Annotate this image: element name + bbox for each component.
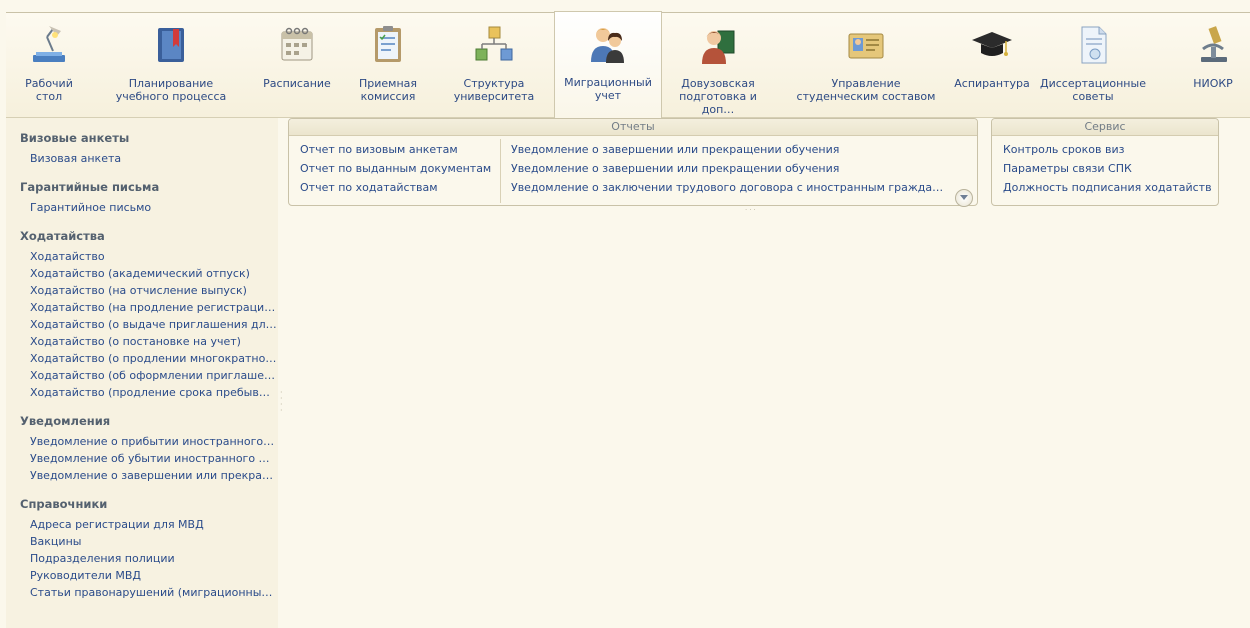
section-label: Диссертационные советы <box>1040 77 1146 103</box>
chevron-down-icon <box>960 195 968 200</box>
service-column: Контроль сроков виз Параметры связи СПК … <box>1003 140 1217 197</box>
section-research[interactable]: НИОКР <box>1176 13 1250 117</box>
section-label: Приемная комиссия <box>358 77 418 103</box>
nav-group-guarantee-letters: Гарантийные письма Гарантийное письмо <box>20 180 278 216</box>
service-link[interactable]: Параметры связи СПК <box>1003 159 1217 178</box>
people-icon <box>591 28 624 63</box>
report-link[interactable]: Уведомление о завершении или прекращении… <box>511 140 949 159</box>
planning-book-icon <box>158 28 184 62</box>
reports-panel: Отчеты Отчет по визовым анкетам Отчет по… <box>288 118 978 214</box>
section-label: Миграционный учет <box>564 76 652 102</box>
nav-group-title: Справочники <box>20 497 108 511</box>
id-card-icon <box>848 33 884 59</box>
splitter-handle[interactable]: · · · · <box>280 389 284 420</box>
nav-item[interactable]: Уведомление о прибытии иностранного… <box>30 433 278 450</box>
graduation-cap-icon <box>972 32 1012 56</box>
nav-group-notifications: Уведомления Уведомление о прибытии иност… <box>20 414 278 484</box>
section-label: Управление студенческим составом <box>796 77 936 103</box>
nav-item[interactable]: Гарантийное письмо <box>30 199 278 216</box>
nav-item[interactable]: Ходатайство (о продлении многократно… <box>30 350 278 367</box>
nav-item[interactable]: Подразделения полиции <box>30 550 278 567</box>
section-label: Аспирантура <box>954 77 1030 90</box>
nav-item[interactable]: Вакцины <box>30 533 278 550</box>
service-link[interactable]: Должность подписания ходатайств <box>1003 178 1217 197</box>
nav-group-title: Гарантийные письма <box>20 180 160 194</box>
document-icon <box>1081 26 1107 64</box>
nav-group-visa-forms: Визовые анкеты Визовая анкета <box>20 131 278 167</box>
section-label: Расписание <box>263 77 331 90</box>
nav-item[interactable]: Ходатайство <box>30 248 278 265</box>
nav-group-title: Уведомления <box>20 414 111 428</box>
nav-item[interactable]: Адреса регистрации для МВД <box>30 516 278 533</box>
student-icon <box>702 30 735 64</box>
section-label: НИОКР <box>1193 77 1233 90</box>
section-student-management[interactable]: Управление студенческим составом <box>792 13 940 117</box>
sections-panel: Рабочий стол Планирование учебного проце… <box>6 11 1250 119</box>
nav-group-petitions: Ходатайства Ходатайство Ходатайство (ака… <box>20 229 278 401</box>
section-migration[interactable]: Миграционный учет <box>554 11 662 119</box>
nav-item[interactable]: Статьи правонарушений (миграционны… <box>30 584 278 601</box>
nav-item[interactable]: Ходатайство (продление срока пребыв… <box>30 384 278 401</box>
nav-item[interactable]: Визовая анкета <box>30 150 278 167</box>
reports-column-1: Отчет по визовым анкетам Отчет по выданн… <box>300 140 500 197</box>
calendar-icon <box>281 27 313 61</box>
report-link[interactable]: Отчет по визовым анкетам <box>300 140 500 159</box>
desktop-lamp-icon <box>33 26 65 62</box>
section-structure[interactable]: Структура университета <box>442 13 546 117</box>
structure-icon <box>475 26 513 61</box>
section-planning[interactable]: Планирование учебного процесса <box>108 13 234 117</box>
section-admission[interactable]: Приемная комиссия <box>346 13 430 117</box>
nav-item[interactable]: Уведомление о завершении или прекра… <box>30 467 278 484</box>
report-link[interactable]: Отчет по выданным документам <box>300 159 500 178</box>
nav-group-title: Ходатайства <box>20 229 105 243</box>
nav-item[interactable]: Ходатайство (о постановке на учет) <box>30 333 278 350</box>
nav-item[interactable]: Ходатайство (на отчисление выпуск) <box>30 282 278 299</box>
section-pre-university[interactable]: Довузовская подготовка и доп… <box>668 13 768 117</box>
service-panel: Сервис Контроль сроков виз Параметры свя… <box>991 118 1219 206</box>
navigation-panel: Визовые анкеты Визовая анкета Гарантийны… <box>6 118 278 628</box>
section-dissertation[interactable]: Диссертационные советы <box>1038 13 1148 117</box>
nav-item[interactable]: Ходатайство (о выдаче приглашения дл… <box>30 316 278 333</box>
nav-item[interactable]: Ходатайство (об оформлении приглаше… <box>30 367 278 384</box>
section-label: Планирование учебного процесса <box>115 77 227 103</box>
reports-panel-title: Отчеты <box>289 119 977 136</box>
report-link[interactable]: Уведомление о завершении или прекращении… <box>511 159 949 178</box>
microscope-icon <box>1201 26 1227 62</box>
section-label: Структура университета <box>453 77 535 103</box>
section-label: Рабочий стол <box>25 77 73 103</box>
resize-handle[interactable]: ··· <box>745 206 758 214</box>
nav-item[interactable]: Ходатайство (академический отпуск) <box>30 265 278 282</box>
expand-button[interactable] <box>955 189 973 207</box>
clipboard-icon <box>375 26 401 62</box>
section-postgraduate[interactable]: Аспирантура <box>952 13 1032 117</box>
section-schedule[interactable]: Расписание <box>252 13 342 117</box>
section-label: Довузовская подготовка и доп… <box>679 77 757 116</box>
report-link[interactable]: Отчет по ходатайствам <box>300 178 500 197</box>
nav-item[interactable]: Руководители МВД <box>30 567 278 584</box>
nav-item[interactable]: Ходатайство (на продление регистраци… <box>30 299 278 316</box>
service-panel-title: Сервис <box>992 119 1218 136</box>
nav-group-title: Визовые анкеты <box>20 131 130 145</box>
nav-group-references: Справочники Адреса регистрации для МВД В… <box>20 497 278 601</box>
report-link[interactable]: Уведомление о заключении трудового догов… <box>511 178 949 197</box>
section-desktop[interactable]: Рабочий стол <box>6 13 92 117</box>
service-link[interactable]: Контроль сроков виз <box>1003 140 1217 159</box>
column-divider <box>500 139 501 203</box>
reports-column-2: Уведомление о завершении или прекращении… <box>511 140 949 197</box>
nav-item[interactable]: Уведомление об убытии иностранного … <box>30 450 278 467</box>
